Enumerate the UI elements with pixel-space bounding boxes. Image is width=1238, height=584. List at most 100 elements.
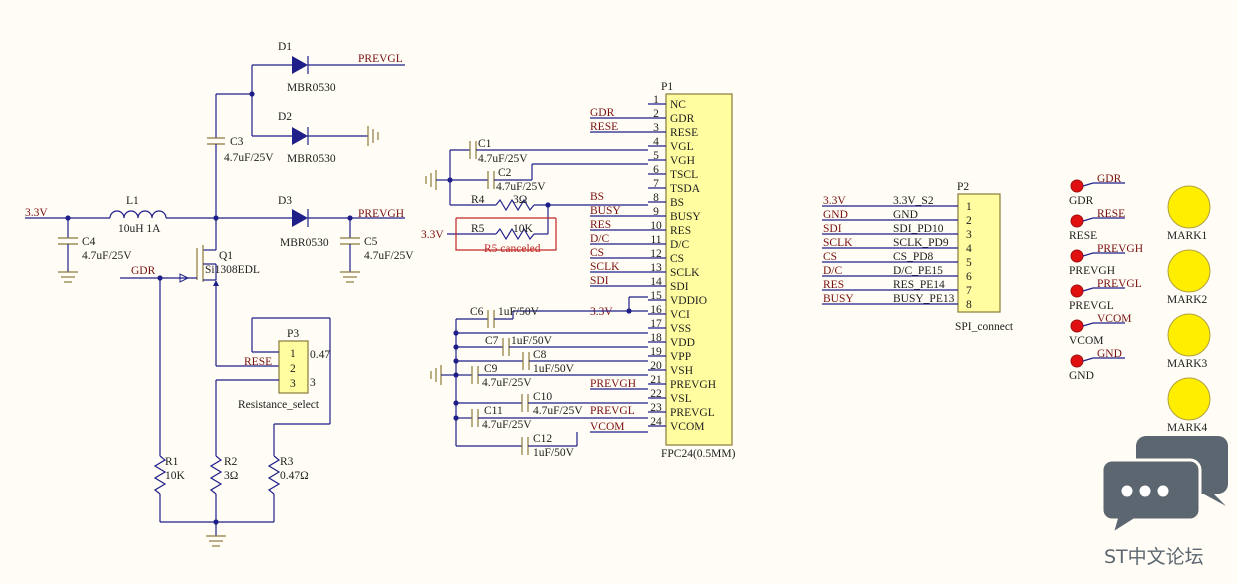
testpoint-net: VCOM — [1097, 313, 1132, 325]
p1-pin-name: TSCL — [670, 169, 698, 181]
c1-ref: C1 — [478, 138, 492, 150]
p1-pin-number: 23 — [650, 402, 662, 414]
st-forum-logo[interactable]: ST中文论坛 — [1100, 436, 1228, 568]
p2-pin-number: 2 — [966, 215, 972, 227]
r2-ref: R2 — [224, 456, 238, 468]
diode-d1[interactable]: D1 MBR0530 PREVGL — [252, 41, 405, 94]
p2-ref: P2 — [957, 181, 969, 193]
p2-net-label: D/C — [823, 265, 843, 277]
p1-pin-name: VSH — [670, 365, 693, 377]
mark-2[interactable]: MARK2 — [1167, 249, 1211, 306]
p1-pin-number: 8 — [653, 192, 659, 204]
p2-net-label: SCLK — [823, 237, 853, 249]
testpoint-prevgh[interactable]: PREVGH PREVGH — [1069, 243, 1143, 277]
ground-resistors-icon — [206, 535, 226, 547]
resistor-r1[interactable]: R1 10K — [153, 455, 186, 495]
r4-ref: R4 — [471, 194, 485, 206]
mark-4[interactable]: MARK4 — [1167, 377, 1211, 434]
p1-pin-number: 13 — [650, 262, 662, 274]
p2-part: SPI_connect — [955, 321, 1014, 333]
r5-ref: R5 — [471, 223, 485, 235]
net-vcom-fpc: VCOM — [590, 421, 625, 433]
testpoint-prevgl[interactable]: PREVGL PREVGL — [1069, 278, 1142, 312]
capacitor-c1[interactable]: C1 4.7uF/25V — [450, 138, 648, 165]
p1-part: FPC24(0.5MM) — [661, 448, 736, 460]
net-gdr-gate: GDR — [131, 265, 156, 277]
testpoint-net: PREVGL — [1097, 278, 1142, 290]
p2-net-label: BUSY — [823, 293, 854, 305]
p2-net-label: RES — [823, 279, 844, 291]
testpoint-gdr[interactable]: GDRGDR — [1069, 173, 1125, 207]
connector-p2[interactable]: P2 SPI_connect 3.3V 3.3V_S2 1 GND GND 2 SDI SDI… — [822, 181, 1014, 333]
p1-net-label: GDR — [590, 107, 615, 119]
connector-p3[interactable]: P3 1 2 3 0.47 3 Resistance_select — [215, 317, 331, 456]
capacitor-c2[interactable]: C2 4.7uF/25V — [450, 163, 648, 193]
mark-1[interactable]: MARK1 — [1167, 185, 1211, 242]
resistor-r2[interactable]: R2 3Ω — [209, 455, 238, 495]
p1-pin-number: 14 — [650, 276, 662, 288]
p1-net-label: SDI — [590, 275, 609, 287]
net-3v3-vci: 3.3V — [590, 306, 613, 318]
d1-part: MBR0530 — [287, 82, 336, 94]
p1-pin-name: VDD — [670, 337, 695, 349]
c4-ref: C4 — [82, 236, 96, 248]
testpoint-label: GDR — [1069, 195, 1094, 207]
p2-signal-label: 3.3V_S2 — [893, 195, 934, 207]
testpoint-label: PREVGH — [1069, 265, 1115, 277]
p1-pin-name: CS — [670, 253, 684, 265]
l1-ref: L1 — [126, 195, 139, 207]
p1-pin-name: D/C — [670, 239, 690, 251]
capacitor-c5[interactable]: C5 4.7uF/25V — [340, 218, 414, 272]
testpoint-gnd[interactable]: GNDGND — [1069, 348, 1125, 382]
p2-pin-number: 5 — [966, 257, 972, 269]
p2-pin-number: 3 — [966, 229, 972, 241]
test-points: GDRGDRRESERESEPREVGHPREVGHPREVGLPREVGLVC… — [1069, 173, 1143, 382]
resistor-r3[interactable]: R3 0.47Ω — [267, 455, 309, 495]
schematic-svg: D1 MBR0530 PREVGL D2 MBR0530 C3 4.7uF/25… — [25, 41, 1228, 568]
p1-pin-number: 12 — [650, 248, 662, 260]
capacitor-c3[interactable]: C3 4.7uF/25V — [207, 94, 274, 218]
p1-pin-number: 10 — [650, 220, 662, 232]
c5-ref: C5 — [364, 236, 378, 248]
testpoint-label: GND — [1069, 370, 1094, 382]
p3-pin1-val: 0.47 — [310, 349, 330, 361]
mark-label: MARK2 — [1167, 294, 1208, 306]
r4-val: 3Ω — [513, 194, 527, 206]
p1-pin-name: TSDA — [670, 183, 701, 195]
p2-pin-8[interactable]: BUSY BUSY_PE13 8 — [822, 293, 972, 311]
mark-3[interactable]: MARK3 — [1167, 313, 1211, 370]
net-3v3-input: 3.3V — [25, 207, 48, 219]
p1-pin-number: 21 — [650, 374, 662, 386]
logo-text: ST中文论坛 — [1104, 546, 1204, 568]
capacitor-c6[interactable]: C6 1uF/50V — [456, 306, 648, 328]
testpoint-rese[interactable]: RESERESE — [1069, 208, 1125, 242]
p1-pin-number: 2 — [653, 108, 659, 120]
p1-pin-number: 3 — [653, 122, 659, 134]
resistor-r5[interactable]: R5 10K R5 canceled 3.3V — [421, 205, 557, 255]
p1-pin-number: 16 — [650, 304, 662, 316]
ground-c5-icon — [340, 271, 360, 283]
testpoint-vcom[interactable]: VCOM VCOM — [1069, 313, 1132, 347]
p1-pin-name: BS — [670, 197, 684, 209]
chat-bubbles-icon — [1100, 436, 1228, 538]
diode-d3[interactable]: D3 MBR0530 PREVGH — [278, 195, 405, 249]
p3-pin3: 3 — [290, 378, 296, 390]
p1-pin-name: VSL — [670, 393, 692, 405]
c2-val: 4.7uF/25V — [496, 181, 546, 193]
p1-pin-number: 24 — [650, 416, 662, 428]
capacitor-c7[interactable]: C7 1uF/50V — [456, 335, 648, 356]
c9-ref: C9 — [484, 363, 498, 375]
q1-ref: Q1 — [219, 250, 233, 262]
d3-part: MBR0530 — [280, 237, 329, 249]
c4-val: 4.7uF/25V — [82, 250, 132, 262]
inductor-l1[interactable]: L1 10uH 1A — [109, 195, 292, 235]
capacitor-c12[interactable]: C12 1uF/50V — [456, 432, 578, 459]
p1-pin-name: NC — [670, 99, 686, 111]
mosfet-q1[interactable]: Q1 Si1308EDL — [179, 218, 260, 286]
p2-pin-number: 6 — [966, 271, 972, 283]
p2-pin-number: 8 — [966, 299, 972, 311]
p1-pin-name: VGH — [670, 155, 695, 167]
p2-signal-label: CS_PD8 — [893, 251, 934, 263]
testpoint-net: PREVGH — [1097, 243, 1143, 255]
p1-pin-name: BUSY — [670, 211, 701, 223]
